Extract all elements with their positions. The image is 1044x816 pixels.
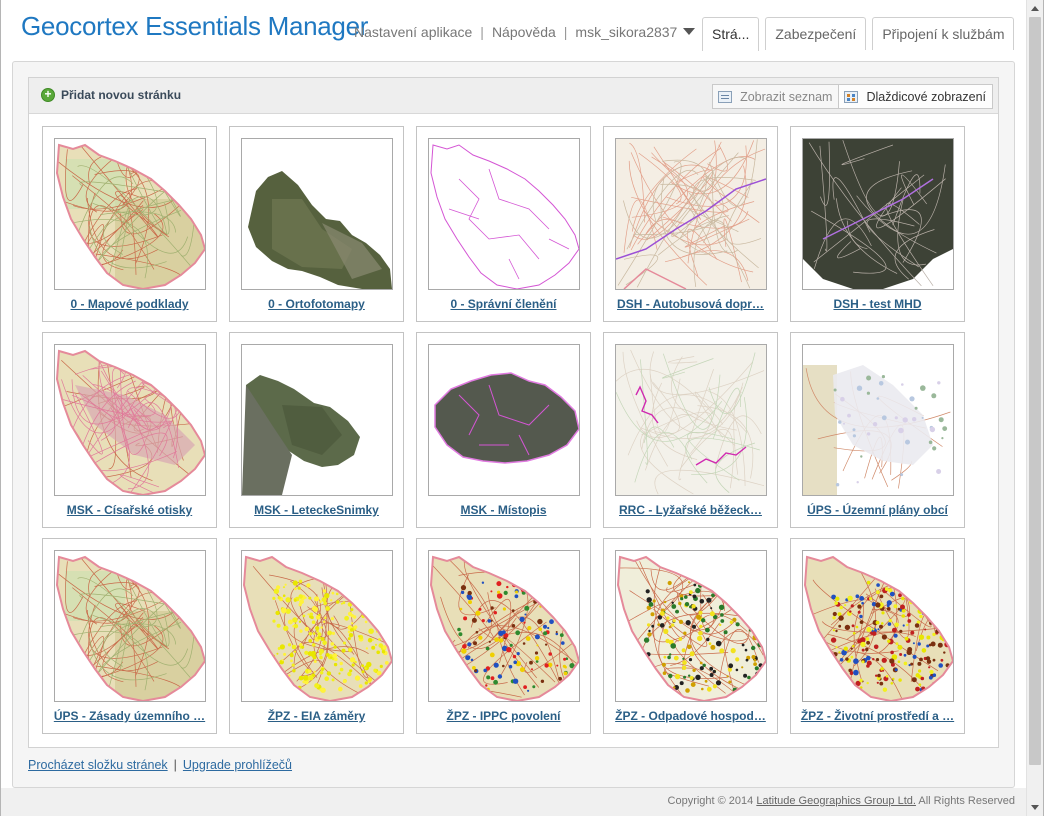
copyright-rights: All Rights Reserved xyxy=(918,795,1015,807)
nav-separator: | xyxy=(563,24,568,40)
list-view-button[interactable]: Zobrazit seznam xyxy=(712,84,840,109)
tab-security[interactable]: Zabezpečení xyxy=(765,17,867,50)
page-tile[interactable]: MSK - Císařské otisky xyxy=(42,332,217,528)
plus-icon: + xyxy=(41,88,55,102)
upgrade-browsers-link[interactable]: Upgrade prohlížečů xyxy=(183,758,292,772)
company-link[interactable]: Latitude Geographics Group Ltd. xyxy=(756,795,916,807)
page-tile-title[interactable]: ŽPZ - Odpadové hospod… xyxy=(608,709,773,723)
page-thumbnail[interactable] xyxy=(802,138,954,290)
page-tile[interactable]: 0 - Ortofotomapy xyxy=(229,126,404,322)
main-tabs: Strá... Zabezpečení Připojení k službám xyxy=(702,17,1020,51)
page-thumbnail[interactable] xyxy=(241,138,393,290)
page-tile-title[interactable]: MSK - Místopis xyxy=(421,503,586,517)
view-switcher: Zobrazit seznam Dlaždicové zobrazení xyxy=(712,84,993,109)
page-tile[interactable]: DSH - test MHD xyxy=(790,126,965,322)
page-thumbnail[interactable] xyxy=(241,550,393,702)
page-thumbnail[interactable] xyxy=(54,344,206,496)
top-navigation: Nastavení aplikace | Nápověda | msk_siko… xyxy=(354,24,696,40)
map-thumbnail-image xyxy=(803,345,953,495)
page-tile-title[interactable]: MSK - LeteckeSnimky xyxy=(234,503,399,517)
pages-panel: + Přidat novou stránku Zobrazit seznam D… xyxy=(28,77,999,748)
page-tile-title[interactable]: 0 - Ortofotomapy xyxy=(234,297,399,311)
page-tile-title[interactable]: 0 - Správní členění xyxy=(421,297,586,311)
pages-toolbar: + Přidat novou stránku Zobrazit seznam D… xyxy=(29,78,998,114)
browse-pages-folder-link[interactable]: Procházet složku stránek xyxy=(28,758,168,772)
tab-pages[interactable]: Strá... xyxy=(702,17,760,51)
map-thumbnail-image xyxy=(616,139,766,289)
page-tile-title[interactable]: DSH - test MHD xyxy=(795,297,960,311)
page-tile[interactable]: ŽPZ - EIA záměry xyxy=(229,538,404,734)
page-tile-title[interactable]: RRC - Lyžařské běžeck… xyxy=(608,503,773,517)
page-tile-title[interactable]: ŽPZ - EIA záměry xyxy=(234,709,399,723)
map-thumbnail-image xyxy=(803,139,953,289)
page-tile[interactable]: 0 - Správní členění xyxy=(416,126,591,322)
map-thumbnail-image xyxy=(242,345,392,495)
tiles-icon xyxy=(844,90,859,103)
tab-service-connections[interactable]: Připojení k službám xyxy=(872,17,1015,50)
map-thumbnail-image xyxy=(429,345,579,495)
add-page-button[interactable]: + Přidat novou stránku xyxy=(41,88,181,102)
page-tile[interactable]: MSK - LeteckeSnimky xyxy=(229,332,404,528)
nav-separator: | xyxy=(480,24,484,40)
page-tile[interactable]: DSH - Autobusová dopr… xyxy=(603,126,778,322)
caret-down-icon[interactable] xyxy=(683,27,696,35)
map-thumbnail-image xyxy=(429,551,579,701)
page-tile-title[interactable]: ÚPS - Územní plány obcí xyxy=(795,503,960,517)
map-thumbnail-image xyxy=(616,551,766,701)
page-thumbnail[interactable] xyxy=(428,138,580,290)
page-tile-title[interactable]: MSK - Císařské otisky xyxy=(47,503,212,517)
map-thumbnail-image xyxy=(55,345,205,495)
header: Geocortex Essentials Manager Nastavení a… xyxy=(1,0,1026,51)
page-thumbnail[interactable] xyxy=(615,550,767,702)
page-thumbnail[interactable] xyxy=(241,344,393,496)
user-menu[interactable]: msk_sikora2837 xyxy=(575,24,696,40)
page-thumbnail[interactable] xyxy=(428,344,580,496)
app-settings-link[interactable]: Nastavení aplikace xyxy=(354,24,472,40)
map-thumbnail-image xyxy=(803,551,953,701)
app-title: Geocortex Essentials Manager xyxy=(21,11,369,41)
page-tile[interactable]: ŽPZ - IPPC povolení xyxy=(416,538,591,734)
map-thumbnail-image xyxy=(429,139,579,289)
username: msk_sikora2837 xyxy=(575,24,678,40)
scroll-down-arrow-icon[interactable] xyxy=(1031,805,1039,810)
vertical-scrollbar[interactable] xyxy=(1026,0,1043,816)
page-thumbnail[interactable] xyxy=(802,344,954,496)
page-tile-title[interactable]: ÚPS - Zásady územního … xyxy=(47,709,212,723)
list-icon xyxy=(718,90,733,103)
footer-links: Procházet složku stránek | Upgrade prohl… xyxy=(28,758,292,772)
footer-separator: | xyxy=(173,758,177,772)
map-thumbnail-image xyxy=(616,345,766,495)
map-thumbnail-image xyxy=(242,551,392,701)
page-thumbnail[interactable] xyxy=(615,138,767,290)
map-thumbnail-image xyxy=(55,551,205,701)
page-tile-title[interactable]: ŽPZ - Životní prostředí a … xyxy=(795,709,960,723)
page-thumbnail[interactable] xyxy=(54,138,206,290)
add-page-label: Přidat novou stránku xyxy=(61,88,182,102)
copyright-prefix: Copyright © 2014 xyxy=(667,795,754,807)
map-thumbnail-image xyxy=(242,139,392,289)
tile-view-button[interactable]: Dlaždicové zobrazení xyxy=(839,84,993,109)
page-tile[interactable]: ÚPS - Územní plány obcí xyxy=(790,332,965,528)
page-thumbnail[interactable] xyxy=(54,550,206,702)
list-view-label: Zobrazit seznam xyxy=(740,89,833,104)
page-tile[interactable]: 0 - Mapové podklady xyxy=(42,126,217,322)
page-tile[interactable]: RRC - Lyžařské běžeck… xyxy=(603,332,778,528)
page-thumbnail[interactable] xyxy=(428,550,580,702)
scrollbar-thumb[interactable] xyxy=(1029,17,1041,765)
page-tile-title[interactable]: 0 - Mapové podklady xyxy=(47,297,212,311)
page-tile[interactable]: ŽPZ - Odpadové hospod… xyxy=(603,538,778,734)
tile-view-label: Dlaždicové zobrazení xyxy=(866,89,986,104)
scroll-up-arrow-icon[interactable] xyxy=(1031,6,1039,11)
page-tile-title[interactable]: DSH - Autobusová dopr… xyxy=(608,297,773,311)
page-thumbnail[interactable] xyxy=(615,344,767,496)
page-tile[interactable]: ŽPZ - Životní prostředí a … xyxy=(790,538,965,734)
page-tile[interactable]: ÚPS - Zásady územního … xyxy=(42,538,217,734)
help-link[interactable]: Nápověda xyxy=(492,24,556,40)
page-tile-title[interactable]: ŽPZ - IPPC povolení xyxy=(421,709,586,723)
page-tile[interactable]: MSK - Místopis xyxy=(416,332,591,528)
copyright: Copyright © 2014 Latitude Geographics Gr… xyxy=(668,795,1015,807)
page-thumbnail[interactable] xyxy=(802,550,954,702)
map-thumbnail-image xyxy=(55,139,205,289)
